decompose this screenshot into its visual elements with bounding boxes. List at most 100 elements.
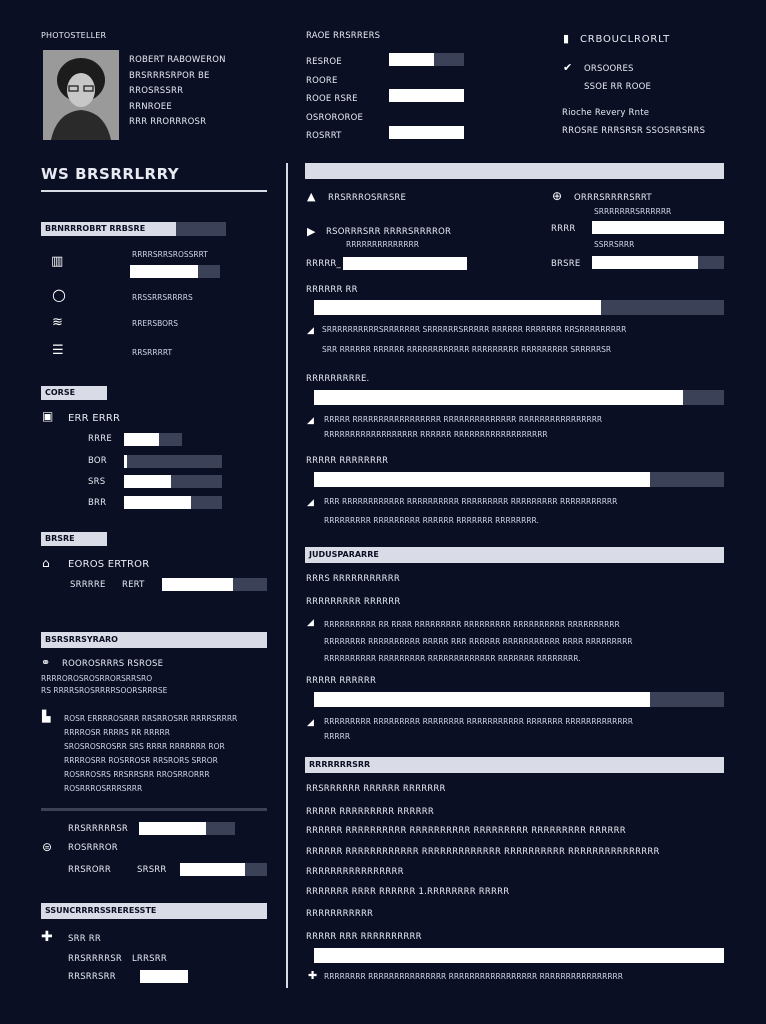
mid-line: ROOE RSRE xyxy=(306,94,358,104)
block3-line: RRRRRR RRRRRRRRRR RRRRRRRRRR RRRRRRRRR R… xyxy=(306,826,626,836)
skill-note: RRR RRRRRRRRRRRR RRRRRRRRRR RRRRRRRRR RR… xyxy=(324,497,618,506)
skill-note: RRRRRRRRRRRRRRRRRR RRRRRR RRRRRRRRRRRRRR… xyxy=(324,430,548,439)
section2-row-bar xyxy=(124,475,222,488)
right-line: Rioche Revery Rnte xyxy=(562,108,650,118)
section-label: RRRRRRRSRR xyxy=(305,757,724,773)
section3-row-bar xyxy=(162,578,267,591)
building-icon: ⌂ xyxy=(42,556,50,570)
bullet-icon: ◢ xyxy=(307,498,314,508)
para-line: ROSRRROSRRRSRRR xyxy=(64,784,143,793)
section-label: BSRSRRSYRARO xyxy=(41,632,267,648)
left-title: WS BRSRRLRRY xyxy=(41,165,180,183)
section1-item-text: RRERSBORS xyxy=(132,319,179,328)
block3-note: RRRRRRRR RRRRRRRRRRRRRRR RRRRRRRRRRRRRRR… xyxy=(324,972,623,981)
right-block1-bar xyxy=(343,257,467,270)
globe-icon: ⊕ xyxy=(552,189,563,203)
section-label: CORSE xyxy=(41,386,107,400)
section1-item-fill xyxy=(130,265,198,278)
section2-row-label: BRR xyxy=(88,498,107,508)
section3-heading: EOROS ERTROR xyxy=(68,559,150,570)
section1-item-text: RRRRSRRSROSSRRT xyxy=(132,250,208,259)
section2-heading: ERR ERRR xyxy=(68,413,121,424)
mid-line: ROSRRT xyxy=(306,131,342,141)
mid-line: ROORE xyxy=(306,75,338,86)
right-block1-rline: SSRRSRRR xyxy=(594,240,635,249)
right-block1-rheading: ORRRSRRRRSRRT xyxy=(574,193,652,203)
section5-row-label: RRSRRSRR xyxy=(68,972,116,982)
contact-line: RROSRSSRR xyxy=(129,86,184,96)
block2-line: RRRRRRRRR RRRRRR xyxy=(306,597,401,607)
bullet-icon: ◢ xyxy=(307,326,314,336)
para-line: ROSRROSRS RRSRRSRR RROSRRORRR xyxy=(64,770,210,779)
block3-line: RRRRRRR RRRR RRRRRR 1.RRRRRRRR RRRRR xyxy=(306,887,510,897)
section2-row-bar xyxy=(124,455,222,468)
mid-header-lines: RESROE ROORE ROOE RSRE OSROROROE ROSRRT xyxy=(306,53,363,146)
plus-icon: ✚ xyxy=(41,929,53,945)
skill-bar xyxy=(314,390,724,405)
header-bar xyxy=(389,53,464,66)
contact-line: BRSRRRSRPOR BE xyxy=(129,70,210,81)
section5-row-label: RRSRRRRSR xyxy=(68,954,122,964)
section-label: BRNRRROBRT RRBSRE xyxy=(41,222,176,236)
skill-note: SRR RRRRRR RRRRRR RRRRRRRRRRRR RRRRRRRRR… xyxy=(322,345,612,354)
right-block1-line: RRRRRRRRRRRRRR xyxy=(346,240,419,249)
mid-line: RESROE xyxy=(306,57,342,67)
bullet-icon: ◢ xyxy=(307,416,314,426)
section1-item-text: RRSRRRRT xyxy=(132,348,173,357)
camera-icon: ⊜ xyxy=(42,840,53,854)
right-block1-heading: RRSRRROSRRSRE xyxy=(328,193,407,203)
contact-lines: ROBERT RABOWERON BRSRRRSRPOR BE RROSRSSR… xyxy=(129,53,226,131)
bullet-icon: ◢ xyxy=(307,618,314,628)
link-icon: ⚭ xyxy=(41,656,51,669)
section4-line: RRRROROSROSRRORSRRSRO xyxy=(41,674,153,683)
right-block1-row: RRRRR_ xyxy=(306,259,341,269)
header-bar xyxy=(389,126,464,139)
header-bar xyxy=(389,108,464,121)
right-block1-rrow: RRRR xyxy=(551,224,576,234)
block2-line: RRRS RRRRRRRRRRR xyxy=(306,574,400,584)
right-header-title: CRBOUCLRORLT xyxy=(580,34,671,45)
para-line: RRRRRRRR RRRRRRRRRR RRRRR RRR RRRRRR RRR… xyxy=(324,637,633,646)
block2-skill-bar xyxy=(314,692,724,707)
section-label: SSUNCRRRRSSRERESSTE xyxy=(41,903,267,919)
section4-row-label: ROSRRROR xyxy=(68,843,118,853)
para-line: RRRRRRRRRR RR RRRR RRRRRRRRR RRRRRRRRR R… xyxy=(324,620,620,629)
skill-note: SRRRRRRRRRRSRRRRRRR SRRRRRRSRRRRR RRRRRR… xyxy=(322,325,627,334)
block2-skill-label: RRRRR RRRRRR xyxy=(306,676,377,686)
section-label: BRSRE xyxy=(41,532,107,546)
section4-row-label: RRSRORR xyxy=(68,865,112,875)
flag-icon: ▮ xyxy=(563,32,570,45)
section4-row-bar xyxy=(139,822,235,835)
block2-note: RRRRRRRRR RRRRRRRRR RRRRRRRR RRRRRRRRRRR… xyxy=(324,717,633,726)
skill-note: RRRRR RRRRRRRRRRRRRRRRR RRRRRRRRRRRRRR R… xyxy=(324,415,603,424)
contact-line: RRNROEE xyxy=(129,101,172,112)
user-icon: ▲ xyxy=(307,190,316,203)
right-block1-rbar xyxy=(592,256,724,269)
left-title-rule xyxy=(41,190,267,192)
skill-bar xyxy=(314,472,724,487)
photo-caption: PHOTOSTELLER xyxy=(41,31,107,40)
skill-note: RRRRRRRRR RRRRRRRRR RRRRRR RRRRRRR RRRRR… xyxy=(324,516,539,525)
header-bar xyxy=(389,89,464,102)
stack-icon: ≋ xyxy=(52,315,63,330)
block3-line: RRRRRRRRRRR xyxy=(306,909,374,919)
section1-item-bar xyxy=(130,265,220,278)
para-line: RRRROSRR ROSRROSR RRSRORS SRROR xyxy=(64,756,218,765)
mid-line: OSROROROE xyxy=(306,112,364,123)
right-block1-rbar xyxy=(592,221,724,234)
block3-line: RRSRRRRRR RRRRRR RRRRRRR xyxy=(306,784,446,794)
section2-row-bar xyxy=(124,496,222,509)
skill-bar xyxy=(314,300,724,315)
profile-photo xyxy=(43,50,119,140)
skill-label: RRRRRRRRRE. xyxy=(306,374,370,384)
skill-label: RRRRR RRRRRRRR xyxy=(306,456,389,466)
right-block1-rline: SRRRRRRRSRRRRRR xyxy=(594,207,672,216)
section3-row-label: SRRRRE xyxy=(70,580,106,590)
section1-item-text: RRSSRRSRRRRS xyxy=(132,293,193,302)
section2-row-label: BOR xyxy=(88,456,107,466)
para-line: SROSROSROSRR SRS RRRR RRRRRRR ROR xyxy=(64,742,225,751)
block2-paragraph: RRRRRRRRRR RR RRRR RRRRRRRRR RRRRRRRRR R… xyxy=(324,616,633,667)
person-portrait-icon xyxy=(43,50,119,140)
circle-icon: ○ xyxy=(52,285,66,304)
section2-row-bar xyxy=(124,433,182,446)
